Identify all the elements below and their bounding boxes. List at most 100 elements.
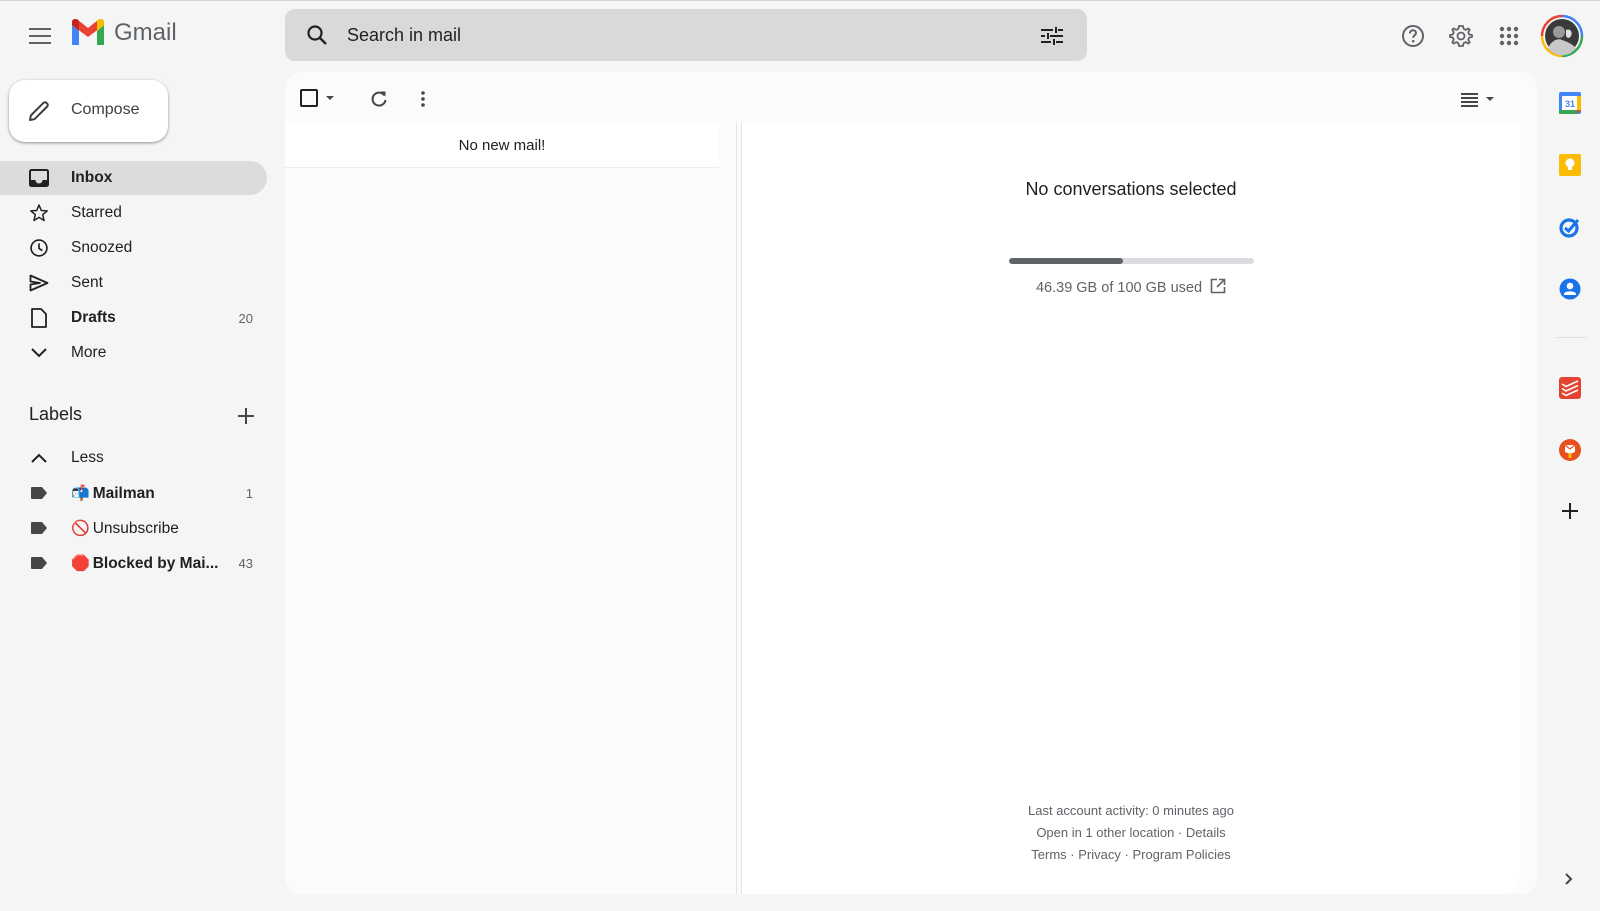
labels-toggle-label: Less — [71, 449, 104, 466]
google-apps-button[interactable] — [1489, 16, 1529, 56]
pencil-icon — [27, 99, 51, 128]
inbox-icon — [28, 168, 50, 188]
labels-heading: Labels — [29, 404, 83, 424]
gmail-m-icon — [72, 19, 104, 45]
prohibited-emoji-icon: 🚫 — [71, 519, 90, 537]
message-list: No new mail! — [285, 123, 719, 168]
mailman-addon-icon — [1559, 439, 1581, 461]
google-keep-icon — [1559, 154, 1581, 176]
side-panel-tasks[interactable] — [1557, 214, 1583, 240]
support-button[interactable] — [1393, 16, 1433, 56]
refresh-icon — [371, 91, 387, 107]
label-count: 43 — [238, 555, 253, 571]
stop-sign-emoji-icon: 🛑 — [71, 554, 90, 572]
account-avatar[interactable] — [1540, 14, 1584, 58]
settings-button[interactable] — [1441, 16, 1481, 56]
todoist-icon — [1559, 377, 1581, 399]
reading-pane: No conversations selected 46.39 GB of 10… — [742, 123, 1520, 894]
select-dropdown[interactable] — [299, 87, 341, 109]
privacy-link[interactable]: Privacy — [1078, 847, 1121, 862]
side-panel-contacts[interactable] — [1557, 276, 1583, 302]
open-in-new-icon[interactable] — [1210, 278, 1226, 298]
side-panel-divider — [1556, 337, 1586, 338]
sidebar-item-snoozed[interactable]: Snoozed — [0, 231, 267, 265]
side-panel-toggle[interactable] — [1559, 869, 1579, 889]
label-tag-icon — [28, 518, 50, 538]
storage-usage-fill — [1009, 258, 1123, 264]
gear-icon — [1449, 25, 1473, 47]
search-input[interactable] — [347, 23, 997, 47]
program-policies-link[interactable]: Program Policies — [1132, 847, 1230, 862]
sidebar-item-label: Inbox — [71, 169, 113, 186]
search-icon[interactable] — [305, 23, 329, 52]
gmail-logo-text: Gmail — [114, 19, 177, 46]
google-contacts-icon — [1559, 278, 1581, 300]
side-panel-mailman[interactable] — [1557, 437, 1583, 463]
sidebar-labels-toggle[interactable]: Less — [0, 441, 267, 475]
mailbox-emoji-icon: 📬 — [71, 484, 90, 502]
search-options-sliders-icon — [1041, 27, 1063, 45]
help-circle-icon — [1402, 25, 1424, 47]
split-pane-toggle-button[interactable] — [1455, 85, 1501, 113]
sidebar-item-starred[interactable]: Starred — [0, 196, 267, 230]
chevron-right-icon — [1565, 873, 1573, 885]
sidebar-item-label: 🛑 Blocked by Mai... — [71, 554, 219, 572]
side-panel-todoist[interactable] — [1557, 375, 1583, 401]
plus-icon — [238, 408, 254, 424]
gmail-logo[interactable]: Gmail — [70, 19, 177, 47]
main-menu-button[interactable] — [20, 16, 60, 56]
svg-text:31: 31 — [1565, 99, 1575, 109]
terms-link[interactable]: Terms — [1031, 847, 1066, 862]
empty-list-message: No new mail! — [458, 137, 546, 154]
compose-button[interactable]: Compose — [9, 80, 168, 142]
create-label-button[interactable] — [231, 401, 261, 431]
storage-usage-bar — [1009, 258, 1254, 264]
search-options-button[interactable] — [1037, 21, 1067, 51]
sidebar-label-unsubscribe[interactable]: 🚫 Unsubscribe — [0, 511, 267, 545]
sidebar-item-label: Snoozed — [71, 239, 133, 256]
sidebar-item-label: 📬 Mailman — [71, 484, 155, 502]
last-activity-text: Last account activity: 0 minutes ago — [1028, 803, 1234, 818]
other-locations-line: Open in 1 other location · Details — [1036, 825, 1226, 840]
clock-icon — [28, 238, 50, 258]
plus-icon — [1562, 503, 1578, 519]
compose-label: Compose — [71, 101, 140, 118]
sidebar-item-more[interactable]: More — [0, 336, 267, 370]
label-tag-icon — [28, 483, 50, 503]
sidebar-item-label: More — [71, 344, 107, 361]
apps-grid-icon — [1499, 26, 1519, 46]
split-pane-toggle-icon — [1461, 93, 1494, 107]
sidebar-item-label: Starred — [71, 204, 122, 221]
sidebar-label-mailman[interactable]: 📬 Mailman 1 — [0, 476, 267, 510]
sidebar-label-blocked[interactable]: 🛑 Blocked by Mai... 43 — [0, 546, 267, 580]
chevron-up-icon — [28, 448, 50, 468]
avatar-photo — [1540, 14, 1584, 58]
checkbox-icon — [300, 89, 334, 107]
label-tag-icon — [28, 553, 50, 573]
side-panel-get-addons[interactable] — [1557, 498, 1583, 524]
hamburger-menu-icon — [29, 28, 51, 44]
footer-links: Terms · Privacy · Program Policies — [1031, 847, 1231, 862]
drafts-count: 20 — [238, 310, 253, 326]
google-calendar-icon: 31 — [1559, 92, 1581, 114]
more-vertical-icon — [421, 91, 425, 107]
more-actions-button[interactable] — [409, 85, 437, 113]
refresh-button[interactable] — [365, 85, 393, 113]
google-tasks-icon — [1559, 218, 1580, 238]
no-conversation-message: No conversations selected — [1025, 179, 1237, 199]
sidebar-item-sent[interactable]: Sent — [0, 266, 267, 300]
sidebar-item-label: 🚫 Unsubscribe — [71, 519, 179, 537]
draft-icon — [28, 308, 50, 328]
label-count: 1 — [245, 485, 253, 501]
details-link[interactable]: Details — [1186, 825, 1226, 840]
sidebar-item-inbox[interactable]: Inbox — [0, 161, 267, 195]
chevron-down-icon — [28, 343, 50, 363]
send-icon — [28, 273, 50, 293]
side-panel-keep[interactable] — [1557, 152, 1583, 178]
storage-usage-text: 46.39 GB of 100 GB used — [742, 278, 1520, 298]
side-panel-calendar[interactable]: 31 — [1557, 90, 1583, 116]
sidebar-item-label: Drafts — [71, 309, 116, 326]
search-bar[interactable] — [285, 9, 1087, 61]
star-icon — [28, 203, 50, 223]
sidebar-item-drafts[interactable]: Drafts 20 — [0, 301, 267, 335]
